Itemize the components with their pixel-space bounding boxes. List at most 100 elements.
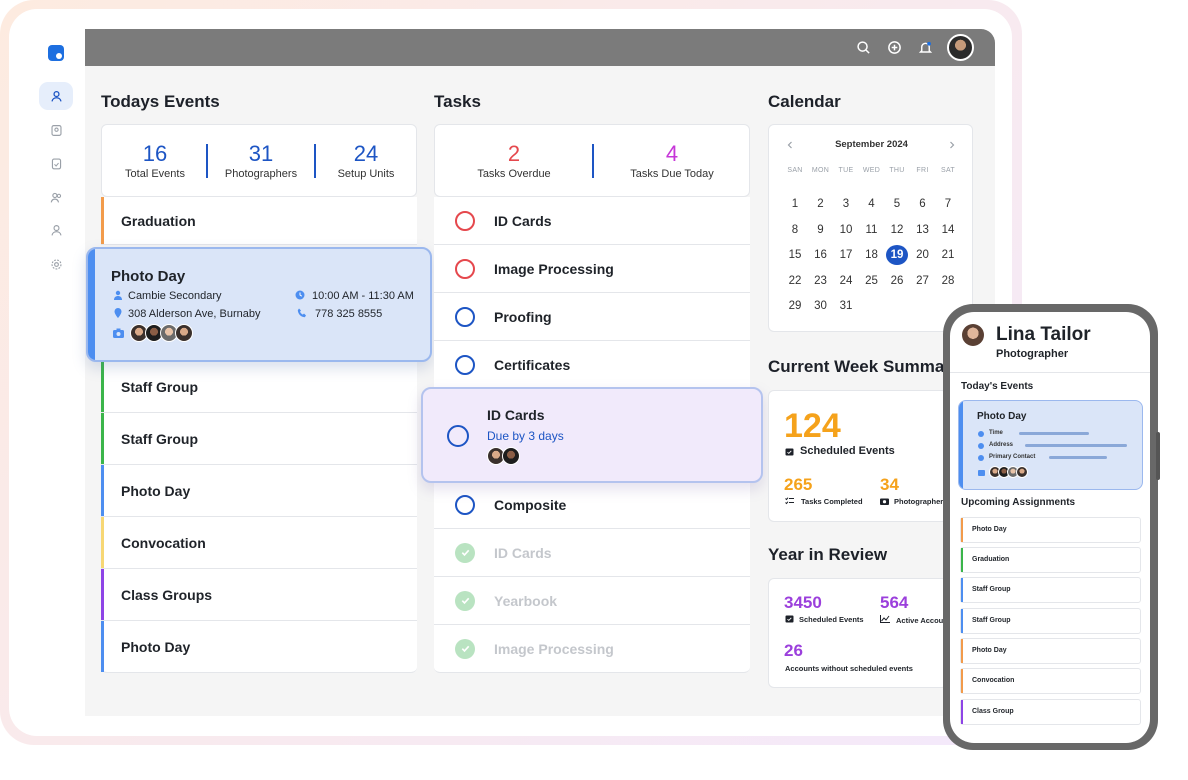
gear-icon[interactable] — [39, 250, 73, 278]
calendar-day[interactable]: 13 — [912, 220, 934, 240]
calendar-day[interactable]: 4 — [861, 194, 883, 214]
calendar-day[interactable]: 30 — [810, 296, 832, 316]
event-label: Photo Day — [121, 482, 191, 499]
status-circle-icon[interactable] — [455, 306, 475, 327]
stat-tasks-overdue: 2 Tasks Overdue — [435, 125, 593, 198]
phone-event-card[interactable]: Photo Day Time Address Primary Contact — [958, 400, 1143, 490]
user-icon[interactable] — [39, 82, 73, 110]
phone-assignment-row[interactable]: Graduation — [960, 547, 1141, 573]
calendar-day[interactable]: 7 — [937, 194, 959, 214]
task-label: Composite — [494, 496, 567, 513]
calendar-day[interactable]: 15 — [784, 245, 806, 265]
calendar-day[interactable]: 28 — [937, 271, 959, 291]
app-logo[interactable] — [48, 45, 64, 61]
calendar-day[interactable]: 27 — [912, 271, 934, 291]
status-circle-icon[interactable] — [455, 354, 475, 375]
phone-assignment-row[interactable]: Convocation — [960, 668, 1141, 694]
status-circle-icon[interactable] — [455, 258, 475, 279]
event-label: Graduation — [121, 212, 196, 229]
event-row[interactable]: Photo Day — [101, 465, 417, 517]
event-row[interactable]: Graduation — [101, 197, 417, 245]
featured-event-card[interactable]: Photo Day Cambie Secondary 308 Alderson … — [86, 247, 432, 362]
avatar — [1016, 466, 1028, 478]
phone-upcoming-title: Upcoming Assignments — [961, 497, 1076, 508]
calendar-day[interactable]: 6 — [912, 194, 934, 214]
calendar-day-today[interactable]: 19 — [886, 245, 908, 265]
phone-user-name: Lina Tailor — [996, 324, 1091, 345]
calendar-day[interactable]: 16 — [810, 245, 832, 265]
phone-assignment-row[interactable]: Photo Day — [960, 517, 1141, 543]
phone-assignment-row[interactable]: Class Group — [960, 699, 1141, 725]
calendar-day[interactable]: 22 — [784, 271, 806, 291]
assignment-label: Convocation — [972, 677, 1015, 684]
calendar-day[interactable]: 24 — [835, 271, 857, 291]
calendar-day[interactable]: 9 — [810, 220, 832, 240]
plus-circle-icon[interactable] — [885, 38, 904, 57]
calendar-day[interactable]: 25 — [861, 271, 883, 291]
task-row[interactable]: ID Cards — [434, 197, 750, 245]
task-row[interactable]: Image Processing — [434, 625, 750, 673]
search-icon[interactable] — [854, 38, 873, 57]
check-icon[interactable] — [455, 638, 475, 659]
event-row[interactable]: Staff Group — [101, 361, 417, 413]
phone-avatar[interactable] — [962, 324, 984, 346]
calendar-day[interactable]: 1 — [784, 194, 806, 214]
clock-icon — [295, 290, 305, 300]
status-circle-icon[interactable] — [455, 494, 475, 515]
phone-assignment-row[interactable]: Photo Day — [960, 638, 1141, 664]
status-circle-icon[interactable] — [455, 210, 475, 231]
task-row[interactable]: ID Cards — [434, 529, 750, 577]
event-row[interactable]: Class Groups — [101, 569, 417, 621]
id-badge-icon[interactable] — [39, 116, 73, 144]
phone-assignment-row[interactable]: Staff Group — [960, 577, 1141, 603]
calendar-day[interactable]: 23 — [810, 271, 832, 291]
calendar-day[interactable]: 11 — [861, 220, 883, 240]
task-row[interactable]: Image Processing — [434, 245, 750, 293]
phone-assignment-row[interactable]: Staff Group — [960, 608, 1141, 634]
clipboard-icon[interactable] — [39, 149, 73, 177]
calendar-day[interactable]: 2 — [810, 194, 832, 214]
calendar-day[interactable]: 18 — [861, 245, 883, 265]
sidebar — [22, 30, 84, 720]
calendar-day[interactable]: 20 — [912, 245, 934, 265]
task-row[interactable]: Proofing — [434, 293, 750, 341]
calendar-day[interactable]: 26 — [886, 271, 908, 291]
event-label: Staff Group — [121, 378, 198, 395]
calendar-day[interactable]: 12 — [886, 220, 908, 240]
users-icon[interactable] — [39, 183, 73, 211]
task-label: Certificates — [494, 356, 571, 373]
check-icon[interactable] — [455, 542, 475, 563]
task-row[interactable]: Composite — [434, 481, 750, 529]
chevron-right-icon[interactable] — [948, 141, 956, 149]
calendar-day[interactable]: 31 — [835, 296, 857, 316]
camera-icon — [880, 498, 889, 505]
bell-icon[interactable] — [916, 38, 935, 57]
profile-avatar[interactable] — [947, 34, 974, 61]
event-row[interactable]: Photo Day — [101, 621, 417, 673]
weekday-header: WED — [862, 167, 881, 174]
events-title: Todays Events — [101, 92, 220, 111]
person-icon[interactable] — [39, 216, 73, 244]
calendar-day[interactable]: 14 — [937, 220, 959, 240]
events-stats-card: 16 Total Events 31 Photographers 24 Setu… — [101, 124, 417, 197]
featured-task-card[interactable]: ID Cards Due by 3 days — [421, 387, 763, 483]
event-row[interactable]: Convocation — [101, 517, 417, 569]
status-circle-icon[interactable] — [447, 425, 469, 447]
calendar-day[interactable]: 8 — [784, 220, 806, 240]
week-title: Current Week Summary — [768, 357, 944, 376]
calendar-day[interactable]: 17 — [835, 245, 857, 265]
task-row[interactable]: Certificates — [434, 341, 750, 389]
calendar-day[interactable]: 29 — [784, 296, 806, 316]
calendar-day[interactable]: 3 — [835, 194, 857, 214]
calendar-day[interactable]: 5 — [886, 194, 908, 214]
year-without-value: 26 — [784, 641, 803, 660]
calendar-card: September 2024 SAN MON TUE WED THU FRI SAT 1 2 3 4… — [768, 124, 973, 332]
calendar-day[interactable]: 21 — [937, 245, 959, 265]
trend-chart-icon — [880, 615, 890, 623]
calendar-day[interactable]: 10 — [835, 220, 857, 240]
task-row[interactable]: Yearbook — [434, 577, 750, 625]
check-icon[interactable] — [455, 590, 475, 611]
event-row[interactable]: Staff Group — [101, 413, 417, 465]
year-scheduled-value: 3450 — [784, 593, 822, 612]
clock-icon — [978, 431, 984, 437]
